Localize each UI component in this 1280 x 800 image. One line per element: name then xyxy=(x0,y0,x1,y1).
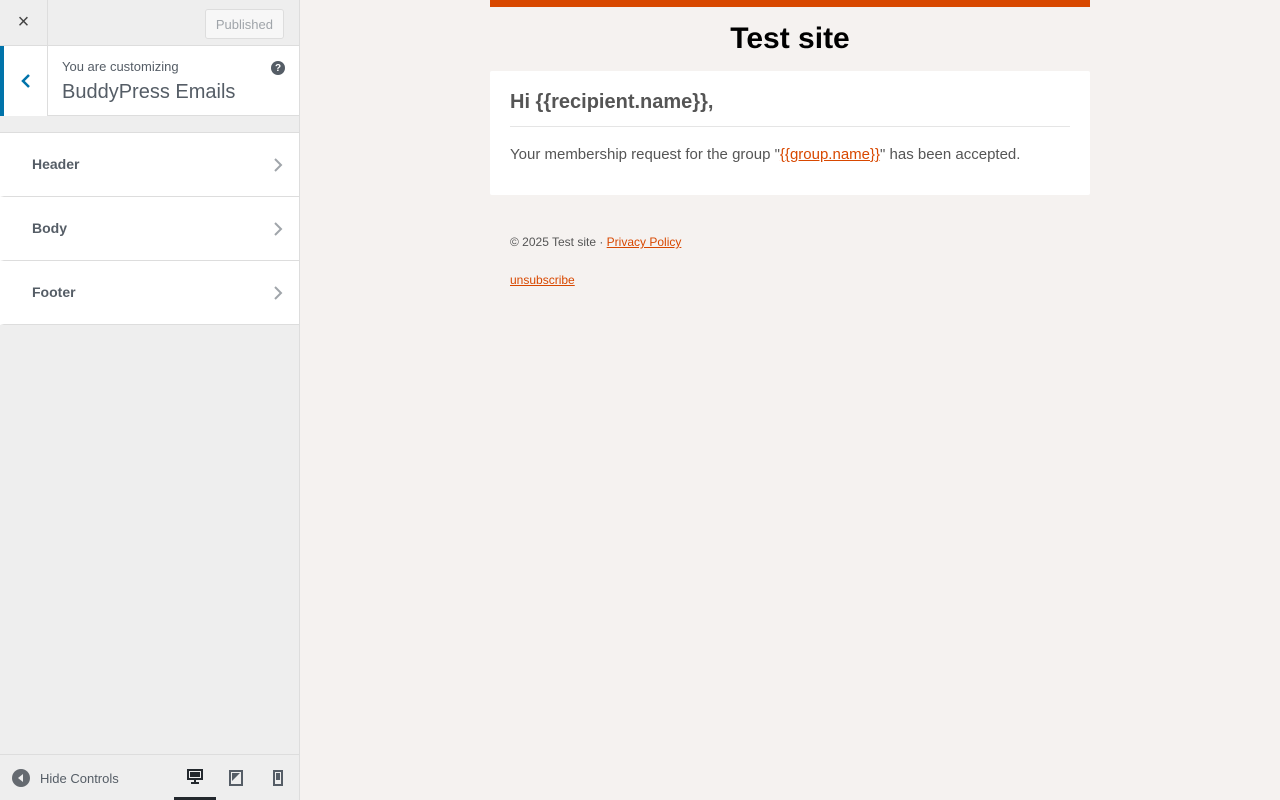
copyright-line: © 2025 Test site · Privacy Policy xyxy=(510,235,1090,249)
header-accent-bar xyxy=(490,0,1090,7)
collapse-icon xyxy=(12,769,30,787)
tablet-preview-button[interactable] xyxy=(215,755,257,800)
section-body[interactable]: Body xyxy=(0,197,299,261)
customizer-info-panel: You are customizing BuddyPress Emails ? xyxy=(0,46,299,116)
hide-controls-button[interactable]: Hide Controls xyxy=(12,755,119,800)
email-message: Your membership request for the group "{… xyxy=(510,145,1070,165)
privacy-policy-link[interactable]: Privacy Policy xyxy=(607,235,682,249)
section-list: Header Body Footer xyxy=(0,132,299,325)
tablet-icon xyxy=(229,770,243,786)
section-footer[interactable]: Footer xyxy=(0,261,299,325)
desktop-icon xyxy=(187,769,203,784)
email-greeting: Hi {{recipient.name}}, xyxy=(510,91,1070,127)
mobile-icon xyxy=(273,770,283,786)
email-template: Test site Hi {{recipient.name}}, Your me… xyxy=(490,0,1090,287)
customizer-header: × Published xyxy=(0,0,299,46)
copyright-text: © 2025 Test site · xyxy=(510,235,607,249)
close-icon: × xyxy=(17,11,30,33)
site-title: Test site xyxy=(730,22,850,55)
customizing-title: BuddyPress Emails xyxy=(62,81,236,103)
unsubscribe-link[interactable]: unsubscribe xyxy=(510,273,575,287)
published-button[interactable]: Published xyxy=(204,9,284,39)
section-label: Body xyxy=(32,220,67,236)
chevron-right-icon xyxy=(274,286,283,300)
section-label: Header xyxy=(32,156,80,172)
chevron-left-icon xyxy=(20,74,30,88)
unsubscribe-line: unsubscribe xyxy=(510,273,1090,287)
section-header[interactable]: Header xyxy=(0,133,299,197)
mobile-preview-button[interactable] xyxy=(257,755,299,800)
message-text-after: " has been accepted. xyxy=(880,146,1021,163)
message-text-before: Your membership request for the group " xyxy=(510,146,780,163)
section-label: Footer xyxy=(32,284,76,300)
help-icon[interactable]: ? xyxy=(271,61,285,75)
hide-controls-label: Hide Controls xyxy=(40,770,119,786)
back-button[interactable] xyxy=(0,46,48,116)
group-name-link[interactable]: {{group.name}} xyxy=(780,146,880,163)
email-footer: © 2025 Test site · Privacy Policy unsubs… xyxy=(490,235,1090,287)
close-customizer-button[interactable]: × xyxy=(0,0,48,45)
customizing-label: You are customizing xyxy=(62,59,179,74)
desktop-preview-button[interactable] xyxy=(174,755,216,800)
chevron-right-icon xyxy=(274,158,283,172)
chevron-right-icon xyxy=(274,222,283,236)
email-preview: Test site Hi {{recipient.name}}, Your me… xyxy=(300,0,1280,800)
customizer-sidebar: × Published You are customizing BuddyPre… xyxy=(0,0,300,800)
customizer-footer: Hide Controls xyxy=(0,754,299,800)
email-body: Hi {{recipient.name}}, Your membership r… xyxy=(490,71,1090,195)
